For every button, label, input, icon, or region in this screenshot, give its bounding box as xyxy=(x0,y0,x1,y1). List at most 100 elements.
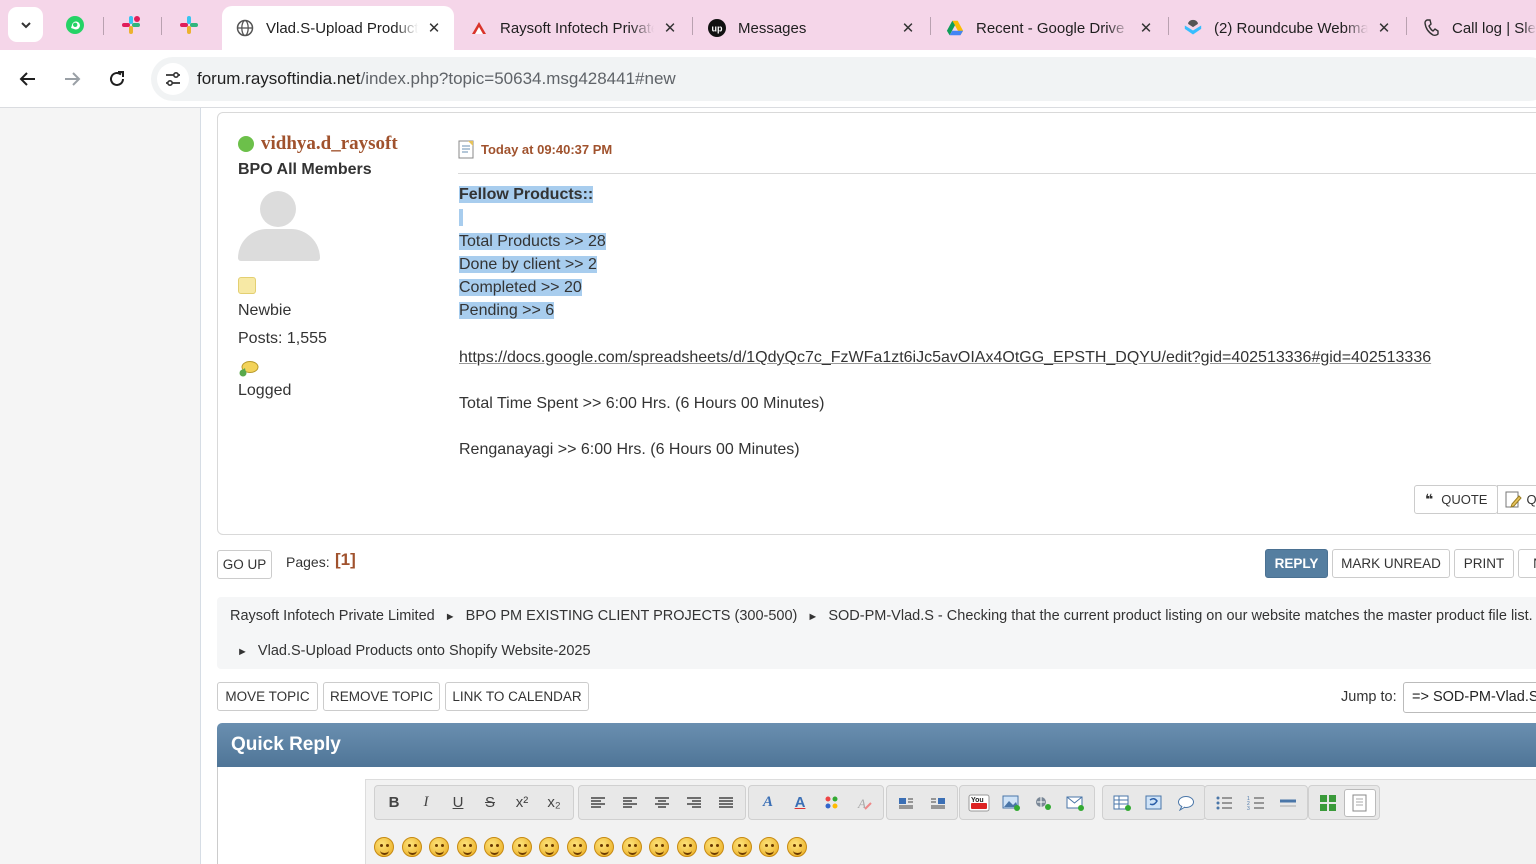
post-person-time: Renganayagi >> 6:00 Hrs. (6 Hours 00 Min… xyxy=(459,441,800,459)
tab-raysoft[interactable]: Raysoft Infotech Private Limited ✕ xyxy=(456,6,690,50)
quick-reply-header[interactable]: Quick Reply xyxy=(217,723,1536,767)
grin-icon[interactable] xyxy=(456,837,477,857)
italic-button[interactable]: I xyxy=(410,789,442,817)
font-face-button[interactable]: A xyxy=(752,789,784,817)
align-center-button[interactable] xyxy=(646,789,678,817)
pagination-row: GO UP Pages: [1] REPLY MARK UNREAD PRINT… xyxy=(217,548,1536,580)
view-group xyxy=(1308,785,1380,820)
reload-button[interactable] xyxy=(101,63,133,95)
pinned-tab-slack-1[interactable] xyxy=(116,10,146,40)
numbered-list-button[interactable]: 123 xyxy=(1240,789,1272,817)
insert-code-button[interactable] xyxy=(1138,789,1170,817)
url-text[interactable]: forum.raysoftindia.net/index.php?topic=5… xyxy=(197,69,676,89)
poster-name-link[interactable]: vidhya.d_raysoft xyxy=(261,133,398,155)
close-icon[interactable]: ✕ xyxy=(1136,18,1156,38)
site-info-button[interactable] xyxy=(157,63,189,95)
font-color-button[interactable] xyxy=(816,789,848,817)
jump-to-select[interactable]: => SOD-PM-Vlad.S xyxy=(1403,682,1536,713)
tab-separator xyxy=(103,17,104,35)
quick-edit-button[interactable]: Q xyxy=(1497,485,1536,514)
sad-icon[interactable] xyxy=(511,837,532,857)
close-icon[interactable]: ✕ xyxy=(660,18,680,38)
breadcrumb-item[interactable]: Raysoft Infotech Private Limited xyxy=(230,608,435,624)
smiley-row xyxy=(374,837,814,857)
cry-icon[interactable] xyxy=(786,837,807,857)
tab-forum-topic[interactable]: Vlad.S-Upload Products onto Shopify Webs… xyxy=(222,6,454,50)
toggle-view-button[interactable] xyxy=(1312,789,1344,817)
font-size-button[interactable]: A xyxy=(784,789,816,817)
underline-button[interactable]: U xyxy=(442,789,474,817)
alignment-group xyxy=(578,785,746,820)
spreadsheet-link[interactable]: https://docs.google.com/spreadsheets/d/1… xyxy=(459,349,1431,366)
remove-topic-button[interactable]: REMOVE TOPIC xyxy=(323,682,440,711)
post-line: Completed >> 20 xyxy=(459,279,582,297)
breadcrumb-item[interactable]: SOD-PM-Vlad.S - Checking that the curren… xyxy=(828,608,1532,624)
embarrassed-icon[interactable] xyxy=(676,837,697,857)
align-pre-button[interactable] xyxy=(582,789,614,817)
print-button[interactable]: PRINT xyxy=(1454,549,1514,578)
tab-google-drive[interactable]: Recent - Google Drive ✕ xyxy=(932,6,1166,50)
insert-image-button[interactable] xyxy=(995,789,1027,817)
breadcrumb-separator: ► xyxy=(807,611,819,623)
roll-eyes-icon[interactable] xyxy=(621,837,642,857)
breadcrumb-item[interactable]: BPO PM EXISTING CLIENT PROJECTS (300-500… xyxy=(466,608,798,624)
wink-icon[interactable] xyxy=(401,837,422,857)
quote-button[interactable]: ❝ QUOTE xyxy=(1414,485,1499,514)
speech-bubble-icon xyxy=(1178,795,1194,811)
youtube-button[interactable]: You xyxy=(963,789,995,817)
bulleted-list-button[interactable] xyxy=(1208,789,1240,817)
float-right-button[interactable] xyxy=(922,789,954,817)
url-host: forum.raysoftindia.net xyxy=(197,69,361,88)
justify-button[interactable] xyxy=(710,789,742,817)
tab-roundcube[interactable]: (2) Roundcube Webmail ✕ xyxy=(1170,6,1404,50)
reply-button[interactable]: REPLY xyxy=(1265,549,1328,578)
link-to-calendar-button[interactable]: LINK TO CALENDAR xyxy=(445,682,589,711)
insert-table-button[interactable] xyxy=(1106,789,1138,817)
back-button[interactable] xyxy=(12,63,44,95)
pinned-tab-slack-2[interactable] xyxy=(174,10,204,40)
forward-button[interactable] xyxy=(56,63,88,95)
poster-group: BPO All Members xyxy=(238,161,372,178)
tab-messages[interactable]: up Messages ✕ xyxy=(694,6,928,50)
undecided-icon[interactable] xyxy=(731,837,752,857)
superscript-button[interactable]: x² xyxy=(506,789,538,817)
notify-button[interactable]: N xyxy=(1518,549,1536,578)
tongue-icon[interactable] xyxy=(649,837,669,857)
lips-sealed-icon[interactable] xyxy=(704,837,724,857)
text-style-group: B I U S x² x₂ xyxy=(374,785,574,820)
float-left-button[interactable] xyxy=(890,789,922,817)
insert-quote-button[interactable] xyxy=(1170,789,1202,817)
quick-edit-label: Q xyxy=(1526,492,1536,507)
go-up-button[interactable]: GO UP xyxy=(217,550,272,579)
current-page[interactable]: [1] xyxy=(335,550,356,570)
subscript-button[interactable]: x₂ xyxy=(538,789,570,817)
cool-icon[interactable] xyxy=(566,837,587,857)
close-icon[interactable]: ✕ xyxy=(424,18,444,38)
mark-unread-button[interactable]: MARK UNREAD xyxy=(1332,549,1450,578)
remove-format-button[interactable]: A xyxy=(848,789,880,817)
kiss-icon[interactable] xyxy=(759,837,779,857)
insert-email-button[interactable] xyxy=(1059,789,1091,817)
align-right-button[interactable] xyxy=(678,789,710,817)
strikethrough-button[interactable]: S xyxy=(474,789,506,817)
source-mode-button[interactable] xyxy=(1344,788,1376,817)
close-icon[interactable]: ✕ xyxy=(898,18,918,38)
address-bar[interactable]: forum.raysoftindia.net/index.php?topic=5… xyxy=(151,57,1536,101)
tab-call-log[interactable]: Call log | Sleek xyxy=(1408,6,1536,50)
shocked-icon[interactable] xyxy=(539,837,559,857)
cheesy-icon[interactable] xyxy=(429,837,449,857)
insert-link-button[interactable] xyxy=(1027,789,1059,817)
huh-icon[interactable] xyxy=(594,837,614,857)
move-topic-button[interactable]: MOVE TOPIC xyxy=(217,682,318,711)
horizontal-rule-button[interactable] xyxy=(1272,789,1304,817)
angry-icon[interactable] xyxy=(484,837,504,857)
breadcrumb-item[interactable]: Vlad.S-Upload Products onto Shopify Webs… xyxy=(258,643,591,659)
tab-search-button[interactable] xyxy=(8,7,43,42)
post-header: Today at 09:40:37 PM xyxy=(458,139,1536,174)
close-icon[interactable]: ✕ xyxy=(1374,18,1394,38)
post-timestamp[interactable]: Today at 09:40:37 PM xyxy=(481,142,612,157)
pinned-tab-whatsapp[interactable] xyxy=(60,10,90,40)
align-left-button[interactable] xyxy=(614,789,646,817)
smiley-icon[interactable] xyxy=(374,837,394,857)
bold-button[interactable]: B xyxy=(378,789,410,817)
